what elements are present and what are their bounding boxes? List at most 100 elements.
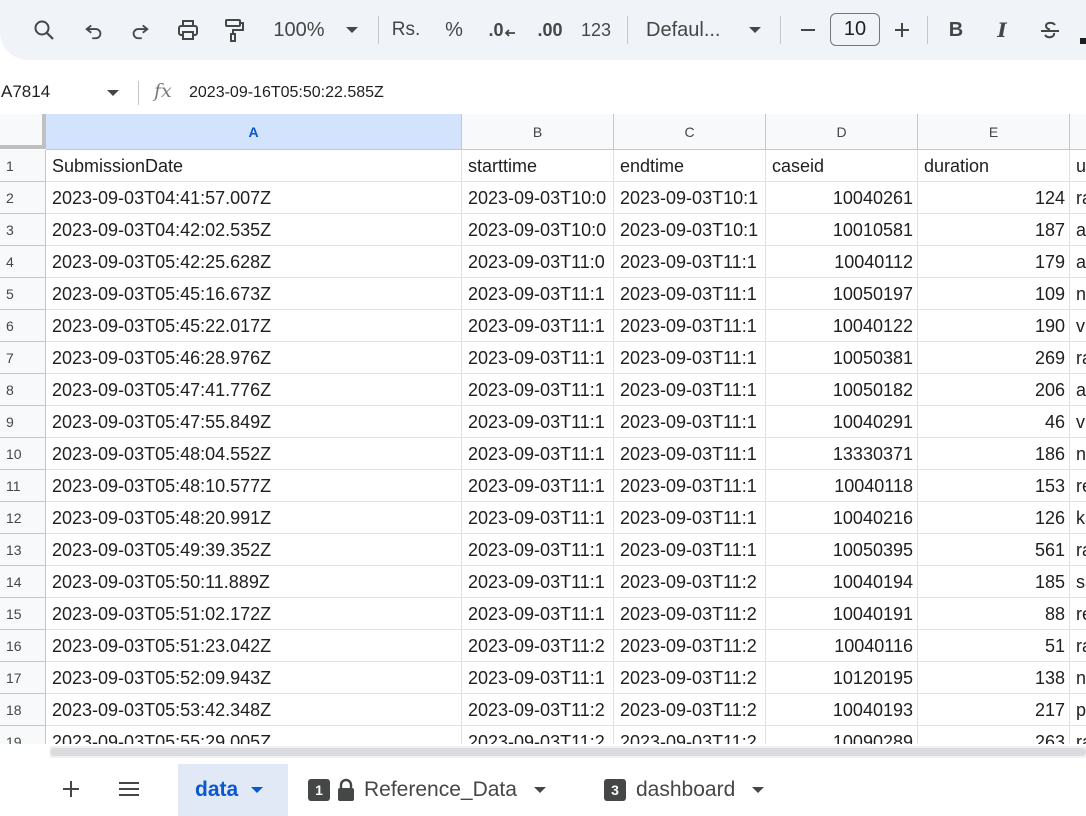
cell[interactable]: 2023-09-03T05:48:04.552Z [46, 438, 462, 470]
name-box[interactable]: A7814 [1, 82, 50, 102]
cell[interactable]: sa [1070, 566, 1086, 598]
cell[interactable]: 10050182 [766, 374, 918, 406]
cell[interactable]: 109 [918, 278, 1070, 310]
cell[interactable]: 190 [918, 310, 1070, 342]
cell[interactable]: 217 [918, 694, 1070, 726]
chevron-down-icon[interactable] [533, 785, 547, 795]
cell[interactable]: re [1070, 470, 1086, 502]
chevron-down-icon[interactable] [250, 785, 264, 795]
cell[interactable]: 124 [918, 182, 1070, 214]
cell[interactable]: SubmissionDate [46, 150, 462, 182]
cell[interactable]: 2023-09-03T05:49:39.352Z [46, 534, 462, 566]
cell[interactable]: 10050197 [766, 278, 918, 310]
cell[interactable]: 2023-09-03T11:1 [462, 310, 614, 342]
cell[interactable]: 2023-09-03T05:55:29.005Z [46, 726, 462, 744]
cell[interactable]: 2023-09-03T11:2 [462, 726, 614, 744]
cell[interactable]: 2023-09-03T05:45:16.673Z [46, 278, 462, 310]
row-header[interactable]: 7 [0, 342, 46, 374]
cell[interactable]: 2023-09-03T11:1 [462, 566, 614, 598]
cell[interactable]: 2023-09-03T11:2 [614, 694, 766, 726]
all-sheets-button[interactable] [116, 776, 142, 807]
cell[interactable]: a [1070, 374, 1086, 406]
row-header[interactable]: 14 [0, 566, 46, 598]
cell[interactable]: 263 [918, 726, 1070, 744]
row-header[interactable]: 2 [0, 182, 46, 214]
cell[interactable]: 187 [918, 214, 1070, 246]
formula-input[interactable]: 2023-09-16T05:50:22.585Z [189, 84, 384, 102]
cell[interactable]: 126 [918, 502, 1070, 534]
row-header[interactable]: 5 [0, 278, 46, 310]
cell[interactable]: 2023-09-03T05:51:02.172Z [46, 598, 462, 630]
cell[interactable]: 2023-09-03T11:1 [462, 342, 614, 374]
cell[interactable]: ka [1070, 502, 1086, 534]
cell[interactable]: a [1070, 214, 1086, 246]
cell[interactable]: 186 [918, 438, 1070, 470]
cell[interactable]: 2023-09-03T11:1 [462, 470, 614, 502]
cell[interactable]: v [1070, 310, 1086, 342]
decrease-font-size-button[interactable] [790, 12, 826, 48]
cell[interactable]: 2023-09-03T05:47:41.776Z [46, 374, 462, 406]
paint-format-icon[interactable] [216, 12, 252, 48]
cell[interactable]: 10040118 [766, 470, 918, 502]
bold-button[interactable]: B [938, 12, 974, 48]
cell[interactable]: 2023-09-03T11:2 [462, 630, 614, 662]
cell[interactable]: 2023-09-03T11:1 [462, 662, 614, 694]
chevron-down-icon[interactable] [751, 785, 765, 795]
cell[interactable]: 10010581 [766, 214, 918, 246]
cell[interactable]: 2023-09-03T11:1 [614, 438, 766, 470]
cell[interactable]: 2023-09-03T04:42:02.535Z [46, 214, 462, 246]
cell[interactable]: 10040191 [766, 598, 918, 630]
cell[interactable]: 153 [918, 470, 1070, 502]
strikethrough-icon[interactable] [1032, 12, 1068, 48]
row-header[interactable]: 19 [0, 726, 46, 744]
cell[interactable]: 2023-09-03T10:0 [462, 182, 614, 214]
cell[interactable]: 138 [918, 662, 1070, 694]
cell[interactable]: 2023-09-03T11:0 [462, 246, 614, 278]
cell[interactable]: u [1070, 150, 1086, 182]
cell[interactable]: 2023-09-03T05:47:55.849Z [46, 406, 462, 438]
cell[interactable]: 2023-09-03T11:2 [614, 630, 766, 662]
column-header-a[interactable]: A [46, 114, 462, 150]
zoom-select[interactable]: 100% [268, 12, 330, 48]
column-header-d[interactable]: D [766, 114, 918, 150]
cell[interactable]: 2023-09-03T05:45:22.017Z [46, 310, 462, 342]
cell[interactable]: 185 [918, 566, 1070, 598]
tab-data[interactable]: data [178, 764, 288, 816]
column-header-f[interactable] [1070, 114, 1086, 150]
cell[interactable]: 2023-09-03T11:2 [614, 598, 766, 630]
row-header[interactable]: 8 [0, 374, 46, 406]
tab-dashboard[interactable]: 3 dashboard [604, 764, 765, 816]
cell[interactable]: n [1070, 438, 1086, 470]
cell[interactable]: 10040216 [766, 502, 918, 534]
cell[interactable]: 2023-09-03T11:1 [462, 406, 614, 438]
cell[interactable]: ra [1070, 630, 1086, 662]
cell[interactable]: 10050395 [766, 534, 918, 566]
cell[interactable]: ra [1070, 726, 1086, 744]
cell[interactable]: 10120195 [766, 662, 918, 694]
column-header-c[interactable]: C [614, 114, 766, 150]
cell[interactable]: 2023-09-03T11:1 [614, 342, 766, 374]
cell[interactable]: a [1070, 246, 1086, 278]
text-color-indicator[interactable] [1080, 38, 1086, 44]
cell[interactable]: ra [1070, 534, 1086, 566]
cell[interactable]: 2023-09-03T11:2 [614, 726, 766, 744]
add-sheet-button[interactable] [58, 776, 84, 807]
row-header[interactable]: 4 [0, 246, 46, 278]
more-formats-button[interactable]: 123 [578, 12, 614, 48]
cell[interactable]: 88 [918, 598, 1070, 630]
tab-reference-data[interactable]: 1 Reference_Data [308, 764, 547, 816]
cell[interactable]: 2023-09-03T11:1 [614, 534, 766, 566]
cell[interactable]: 10040261 [766, 182, 918, 214]
chevron-down-icon[interactable] [743, 12, 767, 48]
cell[interactable]: 2023-09-03T11:1 [462, 438, 614, 470]
increase-decimal-button[interactable]: .00 [530, 12, 570, 48]
row-header[interactable]: 1 [0, 150, 46, 182]
cell[interactable]: 2023-09-03T05:51:23.042Z [46, 630, 462, 662]
cell[interactable]: n [1070, 278, 1086, 310]
cell[interactable]: 2023-09-03T11:2 [614, 566, 766, 598]
increase-font-size-button[interactable] [884, 12, 920, 48]
spreadsheet-grid[interactable]: A B C D E 1 SubmissionDate starttime endtim… [0, 114, 1086, 744]
cell[interactable]: 2023-09-03T10:1 [614, 182, 766, 214]
cell[interactable]: 2023-09-03T11:1 [462, 278, 614, 310]
cell[interactable]: 2023-09-03T10:1 [614, 214, 766, 246]
